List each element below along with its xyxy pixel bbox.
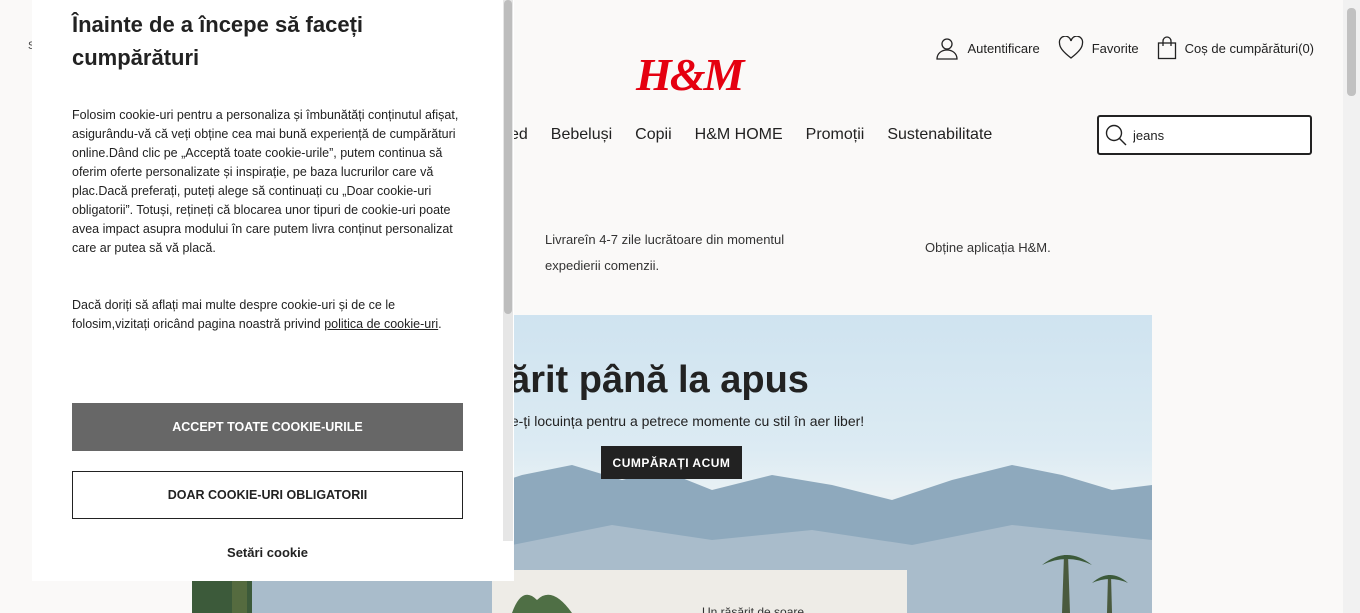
bag-icon [1157,36,1176,60]
cookie-title: Înainte de a începe să faceți cumpărătur… [72,12,364,70]
page-scrollbar-thumb[interactable] [1347,8,1356,96]
app-promo-link[interactable]: Obține aplicația H&M. [925,240,1051,255]
hero-subtitle: te-ți locuința pentru a petrece momente … [507,413,865,429]
cookie-description: Folosim cookie-uri pentru a personaliza … [72,108,459,255]
cookie-scrollbar-thumb[interactable] [504,0,512,314]
nav-item-baby[interactable]: Bebeluși [551,126,612,144]
favorites-label: Favorite [1091,40,1139,56]
hero-bottom-text: Un răsărit de soare [702,605,805,613]
search-input[interactable] [1133,127,1303,143]
search-icon [1105,124,1127,146]
cookie-policy-text: Dacă doriți să aflați mai multe despre c… [72,296,467,334]
account-nav: Autentificare Favorite Coș de cumpărătur… [935,36,1314,60]
required-cookies-only-button[interactable]: DOAR COOKIE-URI OBLIGATORII [72,471,463,519]
nav-item-sustainability[interactable]: Sustenabilitate [887,126,992,144]
cookie-policy-end: . [438,317,442,331]
accept-all-cookies-button[interactable]: ACCEPT TOATE COOKIE-URILE [72,403,463,451]
hm-logo[interactable]: H&M [636,52,744,98]
nav-item-sale[interactable]: Promoții [806,126,865,144]
heart-icon [1058,36,1083,59]
category-nav: ed Bebeluși Copii H&M HOME Promoții Sust… [510,126,992,144]
favorites-link[interactable]: Favorite [1058,36,1139,60]
cookie-settings-link[interactable]: Setări cookie [72,545,463,560]
sign-in-link[interactable]: Autentificare [935,36,1040,60]
user-icon [936,38,959,60]
shop-now-button[interactable]: CUMPĂRAȚI ACUM [601,446,742,479]
sign-in-label: Autentificare [967,40,1040,56]
nav-item-kids[interactable]: Copii [635,126,671,144]
cart-link[interactable]: Coș de cumpărături(0) [1157,36,1314,60]
cookie-consent-dialog: Înainte de a începe să faceți cumpărătur… [32,0,514,581]
nav-item-home[interactable]: H&M HOME [695,126,783,144]
delivery-info: Livrareîn 4-7 zile lucrătoare din moment… [545,232,785,273]
search-box[interactable] [1097,115,1312,155]
page-scrollbar[interactable] [1343,0,1360,613]
cart-label: Coș de cumpărături(0) [1184,40,1314,56]
cookie-policy-link[interactable]: politica de cookie-uri [324,317,438,331]
cookie-scrollbar[interactable] [503,0,513,541]
